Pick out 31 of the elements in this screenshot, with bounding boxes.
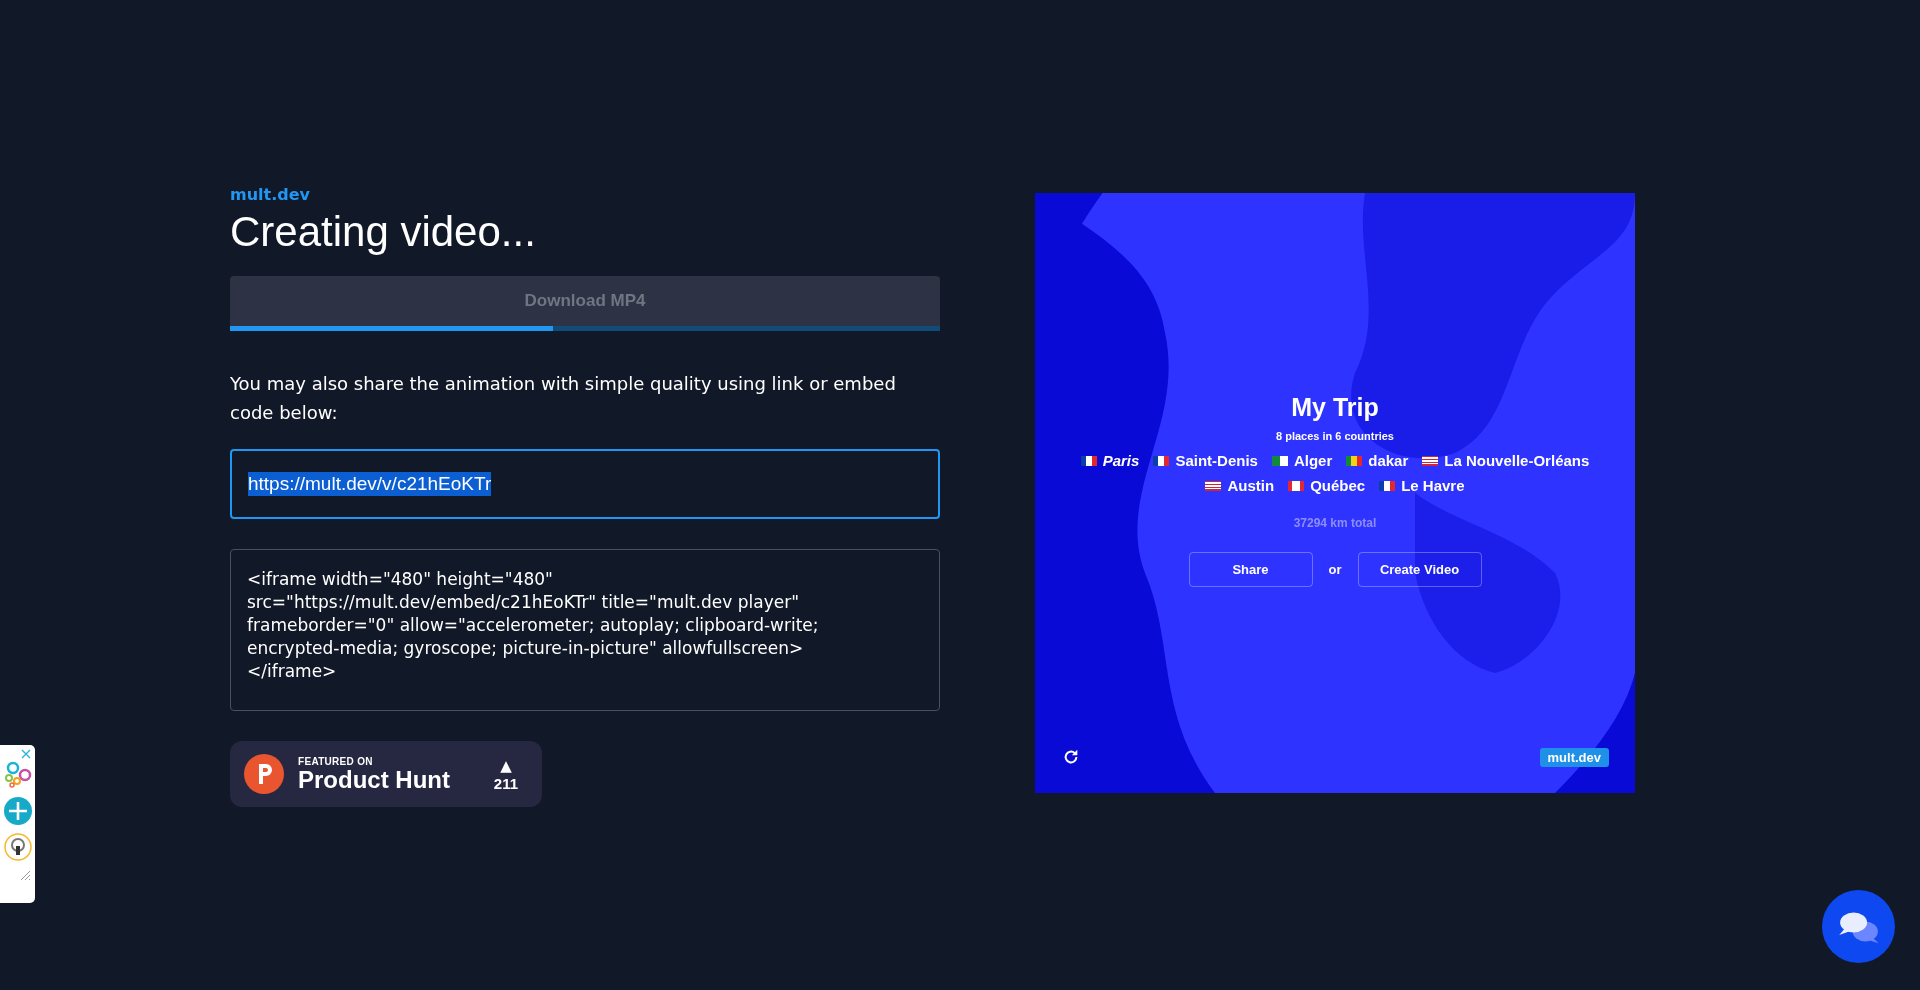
resize-grip-icon[interactable] xyxy=(19,869,31,881)
place-name: Austin xyxy=(1227,477,1275,494)
replay-icon[interactable] xyxy=(1062,748,1080,766)
place-name: Alger xyxy=(1293,452,1333,469)
place-name: dakar xyxy=(1368,452,1409,469)
distance-total: 37294 km total xyxy=(1293,516,1377,530)
place-name: Québec xyxy=(1310,477,1366,494)
close-icon[interactable] xyxy=(21,749,31,759)
share-button[interactable]: Share xyxy=(1188,552,1313,587)
upvote-count: 211 xyxy=(493,774,518,792)
place-name: Paris xyxy=(1102,452,1140,469)
share-description: You may also share the animation with simple quality using link or embed code below: xyxy=(230,372,897,425)
place-name: Le Havre xyxy=(1401,477,1465,494)
brand-link[interactable]: mult.dev xyxy=(230,185,310,204)
create-video-button[interactable]: Create Video xyxy=(1357,552,1482,587)
plus-icon[interactable] xyxy=(3,797,32,825)
page-heading: Creating video... xyxy=(230,207,537,257)
lightbulb-icon[interactable] xyxy=(3,833,32,861)
embed-code-field[interactable]: <iframe width="480" height="480" src="https://mult.dev/embed/c21hEoKTr" title="mult.dev player" frameborder="0" allow="accelerometer; autoplay; clipboard-write; encrypted-media; gyroscope; picture-in-picture" allowfullscreen></iframe> xyxy=(230,549,940,711)
featured-label: FEATURED ON xyxy=(298,755,374,767)
circles-icon[interactable] xyxy=(3,761,32,789)
link-field[interactable]: https://mult.dev/v/c21hEoKTr xyxy=(230,449,940,519)
upvote-icon: ▲ xyxy=(500,756,512,775)
product-hunt-badge[interactable]: FEATURED ON Product Hunt ▲ 211 xyxy=(230,741,542,807)
or-label: or xyxy=(1328,562,1342,577)
place-name: La Nouvelle-Orléans xyxy=(1444,452,1590,469)
trip-title: My Trip xyxy=(1291,393,1379,422)
product-hunt-logo-icon xyxy=(244,754,284,794)
trip-summary: 8 places in 6 countries xyxy=(1276,430,1394,442)
product-name: Product Hunt xyxy=(298,766,450,793)
place-name: Saint-Denis xyxy=(1175,452,1258,469)
